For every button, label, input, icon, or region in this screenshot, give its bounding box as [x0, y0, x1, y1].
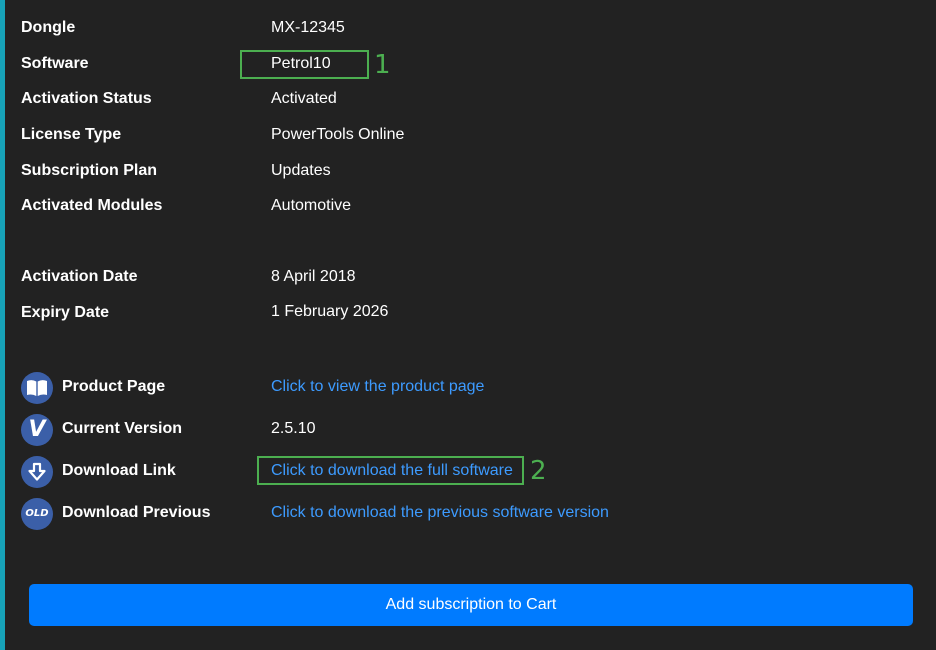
- annotation-marker-2: 2: [530, 456, 547, 486]
- dongle-value: MX-12345: [271, 19, 345, 36]
- download-link-label: Download Link: [62, 462, 176, 479]
- activation-status-label: Activation Status: [21, 90, 152, 107]
- software-label: Software: [21, 55, 89, 72]
- version-icon-letter: V: [28, 417, 46, 442]
- version-v-icon: V: [21, 414, 53, 446]
- license-type-label: License Type: [21, 126, 122, 143]
- license-type-value: PowerTools Online: [271, 126, 405, 143]
- activation-date-label: Activation Date: [21, 268, 138, 285]
- left-accent-bar: [0, 0, 5, 650]
- download-previous-label: Download Previous: [62, 504, 211, 521]
- download-arrow-icon: [21, 456, 53, 488]
- activated-modules-label: Activated Modules: [21, 197, 163, 214]
- activated-modules-value: Automotive: [271, 197, 352, 214]
- subscription-plan-label: Subscription Plan: [21, 162, 158, 179]
- annotation-box-2: [257, 456, 524, 485]
- annotation-marker-1: 1: [374, 50, 391, 80]
- annotation-box-1: [240, 50, 369, 79]
- old-icon-text: OLD: [25, 508, 49, 519]
- add-subscription-to-cart-button[interactable]: Add subscription to Cart: [29, 584, 913, 626]
- activation-date-value: 8 April 2018: [271, 268, 356, 285]
- download-previous-version-link[interactable]: Click to download the previous software …: [271, 503, 609, 523]
- book-icon: [21, 372, 53, 404]
- current-version-label: Current Version: [62, 420, 183, 437]
- dongle-label: Dongle: [21, 19, 76, 36]
- product-page-label: Product Page: [62, 378, 166, 395]
- old-badge-icon: OLD: [21, 498, 53, 530]
- subscription-plan-value: Updates: [271, 162, 331, 179]
- current-version-value: 2.5.10: [271, 420, 316, 437]
- expiry-date-value: 1 February 2026: [271, 303, 389, 320]
- activation-status-value: Activated: [271, 90, 337, 107]
- expiry-date-label: Expiry Date: [21, 304, 110, 321]
- product-page-link[interactable]: Click to view the product page: [271, 377, 484, 397]
